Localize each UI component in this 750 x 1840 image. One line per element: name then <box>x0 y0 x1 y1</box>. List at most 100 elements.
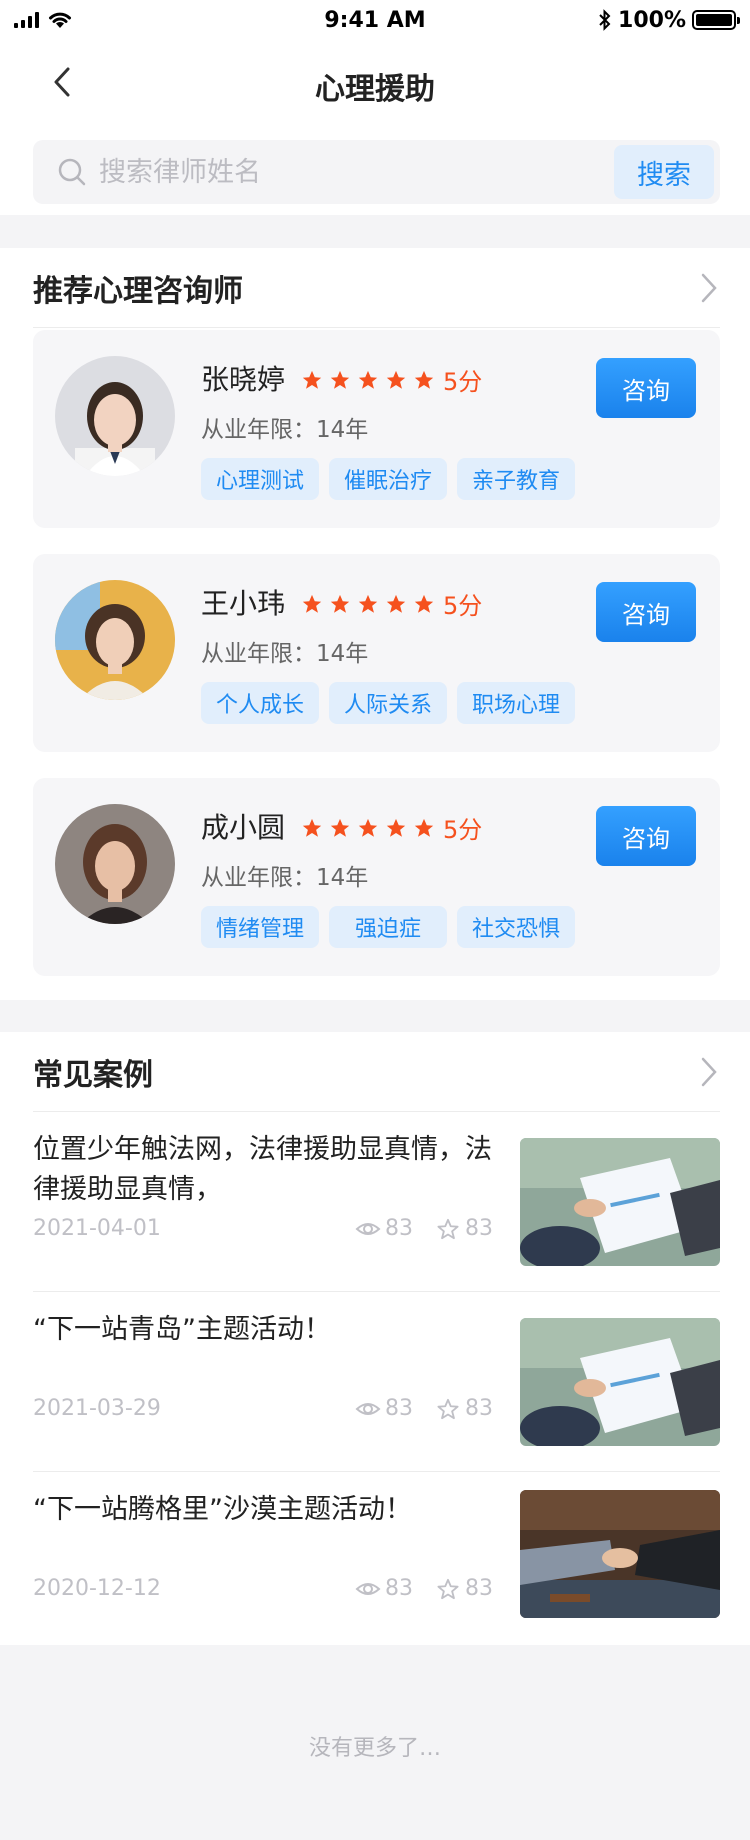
counselor-card[interactable]: 王小玮 5分 从业年限：14年 个人成长 人际关系 职场心理 咨询 <box>33 554 720 752</box>
cases-section: 常见案例 位置少年触法网，法律援助显真情，法律援助显真情， 2021-04-01… <box>0 1032 750 1645</box>
case-date: 2021-04-01 <box>33 1216 161 1241</box>
star-icon <box>330 370 350 389</box>
experience-years: 从业年限：14年 <box>201 641 369 667</box>
status-right: 100% <box>536 7 740 33</box>
rating-score: 5分 <box>443 592 483 620</box>
specialty-tag: 情绪管理 <box>201 906 319 948</box>
status-time: 9:41 AM <box>324 7 426 33</box>
favorites-count: 83 <box>435 1396 493 1421</box>
star-icon <box>358 818 378 837</box>
specialty-tag: 心理测试 <box>201 458 319 500</box>
specialty-tag: 个人成长 <box>201 682 319 724</box>
rating: 5分 <box>301 810 482 845</box>
counselor-section: 推荐心理咨询师 张晓婷 5分 从业年限：14年 心理测试 催眠治疗 亲子教育 咨… <box>0 248 750 1000</box>
favorites-count: 83 <box>435 1576 493 1601</box>
views-value: 83 <box>385 1396 413 1421</box>
case-title: 位置少年触法网，法律援助显真情，法律援助显真情， <box>33 1134 492 1205</box>
star-outline-icon <box>437 1578 459 1599</box>
no-more-text: 没有更多了… <box>308 1736 441 1761</box>
case-thumbnail <box>520 1138 720 1266</box>
views-value: 83 <box>385 1216 413 1241</box>
rating: 5分 <box>301 362 482 397</box>
case-meta: 2021-04-01 83 83 <box>33 1216 493 1241</box>
counselor-section-header[interactable]: 推荐心理咨询师 <box>33 248 720 328</box>
search-icon <box>58 158 86 186</box>
consult-button[interactable]: 咨询 <box>596 806 696 866</box>
signal-icon <box>14 12 39 28</box>
search-button[interactable]: 搜索 <box>614 145 714 199</box>
experience-years: 从业年限：14年 <box>201 417 369 443</box>
specialty-tag: 职场心理 <box>457 682 575 724</box>
star-icon <box>358 370 378 389</box>
star-icon <box>386 594 406 613</box>
specialty-tag: 强迫症 <box>329 906 447 948</box>
chevron-right-icon[interactable] <box>698 272 720 304</box>
case-title: “下一站腾格里”沙漠主题活动！ <box>33 1494 412 1525</box>
star-outline-icon <box>437 1218 459 1239</box>
case-meta: 2021-03-29 83 83 <box>33 1396 493 1421</box>
tag-list: 个人成长 人际关系 职场心理 <box>201 682 575 724</box>
tag-list: 心理测试 催眠治疗 亲子教育 <box>201 458 575 500</box>
rating-score: 5分 <box>443 816 483 844</box>
specialty-tag: 催眠治疗 <box>329 458 447 500</box>
case-date: 2020-12-12 <box>33 1576 161 1601</box>
star-icon <box>302 818 322 837</box>
counselor-card[interactable]: 成小圆 5分 从业年限：14年 情绪管理 强迫症 社交恐惧 咨询 <box>33 778 720 976</box>
case-item[interactable]: “下一站青岛”主题活动！ 2021-03-29 83 83 <box>33 1292 720 1472</box>
counselor-card[interactable]: 张晓婷 5分 从业年限：14年 心理测试 催眠治疗 亲子教育 咨询 <box>33 330 720 528</box>
eye-icon <box>355 1582 381 1595</box>
star-icon <box>302 594 322 613</box>
star-icon <box>414 594 434 613</box>
case-thumbnail <box>520 1490 720 1618</box>
favorites-value: 83 <box>465 1576 493 1601</box>
specialty-tag: 人际关系 <box>329 682 447 724</box>
star-outline-icon <box>437 1398 459 1419</box>
tag-list: 情绪管理 强迫症 社交恐惧 <box>201 906 575 948</box>
case-item[interactable]: 位置少年触法网，法律援助显真情，法律援助显真情， 2021-04-01 83 8… <box>33 1112 720 1292</box>
eye-icon <box>355 1402 381 1415</box>
case-date: 2021-03-29 <box>33 1396 161 1421</box>
case-meta: 2020-12-12 83 83 <box>33 1576 493 1601</box>
cases-section-header[interactable]: 常见案例 <box>33 1032 720 1112</box>
rating: 5分 <box>301 586 482 621</box>
case-item[interactable]: “下一站腾格里”沙漠主题活动！ 2020-12-12 83 83 <box>33 1472 720 1652</box>
counselor-name: 张晓婷 <box>201 363 286 396</box>
battery-icon <box>692 10 740 30</box>
avatar <box>55 580 175 700</box>
experience-years: 从业年限：14年 <box>201 865 369 891</box>
battery-percent: 100% <box>618 7 686 33</box>
star-icon <box>414 818 434 837</box>
counselor-name: 成小圆 <box>201 811 286 844</box>
views-value: 83 <box>385 1576 413 1601</box>
specialty-tag: 亲子教育 <box>457 458 575 500</box>
favorites-value: 83 <box>465 1216 493 1241</box>
header: 心理援助 搜索 <box>0 40 750 215</box>
rating-score: 5分 <box>443 368 483 396</box>
status-bar: 9:41 AM 100% <box>0 0 750 40</box>
views-count: 83 <box>355 1216 413 1241</box>
chevron-right-icon[interactable] <box>698 1056 720 1088</box>
star-icon <box>302 370 322 389</box>
section-title: 推荐心理咨询师 <box>33 273 243 309</box>
wifi-icon <box>49 12 71 28</box>
star-icon <box>330 818 350 837</box>
case-title: “下一站青岛”主题活动！ <box>33 1314 331 1345</box>
eye-icon <box>355 1222 381 1235</box>
views-count: 83 <box>355 1396 413 1421</box>
favorites-count: 83 <box>435 1216 493 1241</box>
status-left <box>14 10 214 30</box>
avatar <box>55 804 175 924</box>
specialty-tag: 社交恐惧 <box>457 906 575 948</box>
counselor-name: 王小玮 <box>201 587 286 620</box>
section-title: 常见案例 <box>33 1057 153 1093</box>
search-input[interactable] <box>99 156 614 188</box>
star-icon <box>414 370 434 389</box>
favorites-value: 83 <box>465 1396 493 1421</box>
consult-button[interactable]: 咨询 <box>596 582 696 642</box>
case-thumbnail <box>520 1318 720 1446</box>
page-title: 心理援助 <box>315 72 435 107</box>
consult-button[interactable]: 咨询 <box>596 358 696 418</box>
star-icon <box>386 818 406 837</box>
star-icon <box>330 594 350 613</box>
bluetooth-icon <box>599 9 611 31</box>
